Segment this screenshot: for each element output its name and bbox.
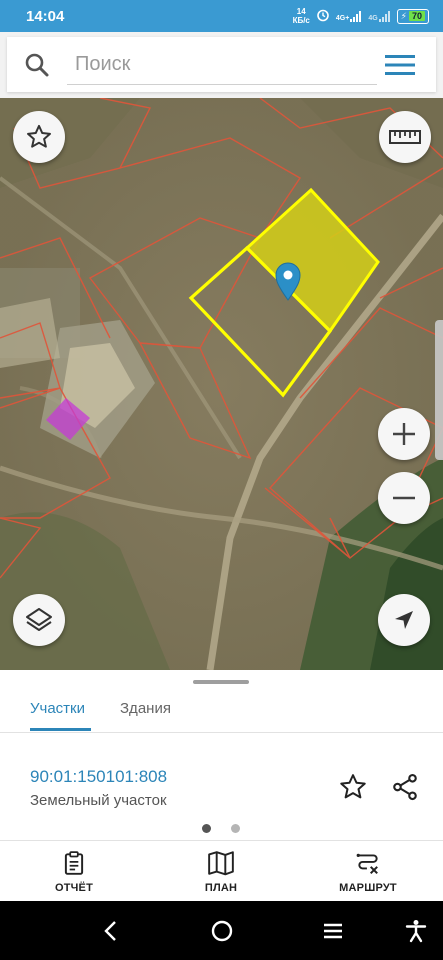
alarm-icon [316, 8, 330, 24]
system-navigation-bar [0, 901, 443, 960]
share-icon [393, 773, 417, 801]
navigation-arrow-icon [395, 611, 413, 629]
page-indicator-dot-active [202, 824, 211, 833]
my-location-button[interactable] [378, 594, 430, 646]
star-icon [27, 124, 51, 148]
accessibility-icon[interactable] [401, 916, 431, 946]
back-icon[interactable] [96, 916, 126, 946]
nav-route-button[interactable]: МАРШРУТ [308, 841, 428, 902]
map-view[interactable] [0, 98, 443, 670]
home-icon[interactable] [207, 916, 237, 946]
tab-plots[interactable]: Участки [30, 692, 85, 732]
nav-plan-button[interactable]: ПЛАН [161, 841, 281, 902]
nav-report-label: ОТЧЁТ [54, 881, 94, 894]
tab-buildings[interactable]: Здания [120, 692, 171, 732]
battery-icon: ⚡ 70 [396, 8, 429, 24]
ruler-button[interactable] [379, 111, 431, 163]
bottom-nav: ОТЧЁТ ПЛАН МАРШРУТ [0, 840, 443, 901]
sheet-tabs: Участки Здания [0, 684, 443, 732]
tabs-divider [0, 732, 443, 733]
star-icon [340, 774, 366, 799]
parcel-type: Земельный участок [30, 792, 167, 809]
route-icon [356, 853, 378, 874]
map-side-handle[interactable] [435, 320, 443, 460]
status-indicators: 14 КБ/с 4G+ 4G ⚡ 70 [293, 7, 429, 25]
recent-apps-icon[interactable] [318, 916, 348, 946]
search-bar [7, 37, 436, 92]
search-input[interactable] [67, 45, 377, 85]
network-speed: 14 КБ/с [292, 7, 310, 25]
nav-route-label: МАРШРУТ [339, 881, 397, 894]
nav-plan-label: ПЛАН [204, 881, 238, 894]
add-favorite-button[interactable] [336, 770, 370, 804]
signal-icon: 4G+ [336, 10, 362, 22]
search-area [0, 32, 443, 98]
zoom-out-button[interactable] [378, 472, 430, 524]
share-button[interactable] [388, 770, 422, 804]
parcel-cadastral-number[interactable]: 90:01:150101:808 [30, 767, 167, 787]
search-icon[interactable] [7, 52, 67, 78]
minus-icon [393, 496, 415, 500]
page-indicator-dot [231, 824, 240, 833]
satellite-map [0, 98, 443, 670]
status-bar: 14:04 14 КБ/с 4G+ 4G ⚡ 70 [0, 0, 443, 32]
hamburger-menu-icon[interactable] [384, 53, 416, 77]
status-time: 14:04 [26, 7, 65, 25]
favorites-star-button[interactable] [13, 111, 65, 163]
ruler-icon [389, 130, 421, 144]
clipboard-icon [64, 850, 84, 875]
layers-icon [26, 608, 52, 631]
active-tab-indicator [30, 728, 91, 731]
bottom-sheet: Участки Здания 90:01:150101:808 Земельны… [0, 670, 443, 840]
nav-report-button[interactable]: ОТЧЁТ [14, 841, 134, 902]
plus-icon [393, 423, 415, 445]
signal-icon-2: 4G [368, 10, 390, 22]
map-icon [208, 850, 234, 875]
layers-button[interactable] [13, 594, 65, 646]
zoom-in-button[interactable] [378, 408, 430, 460]
